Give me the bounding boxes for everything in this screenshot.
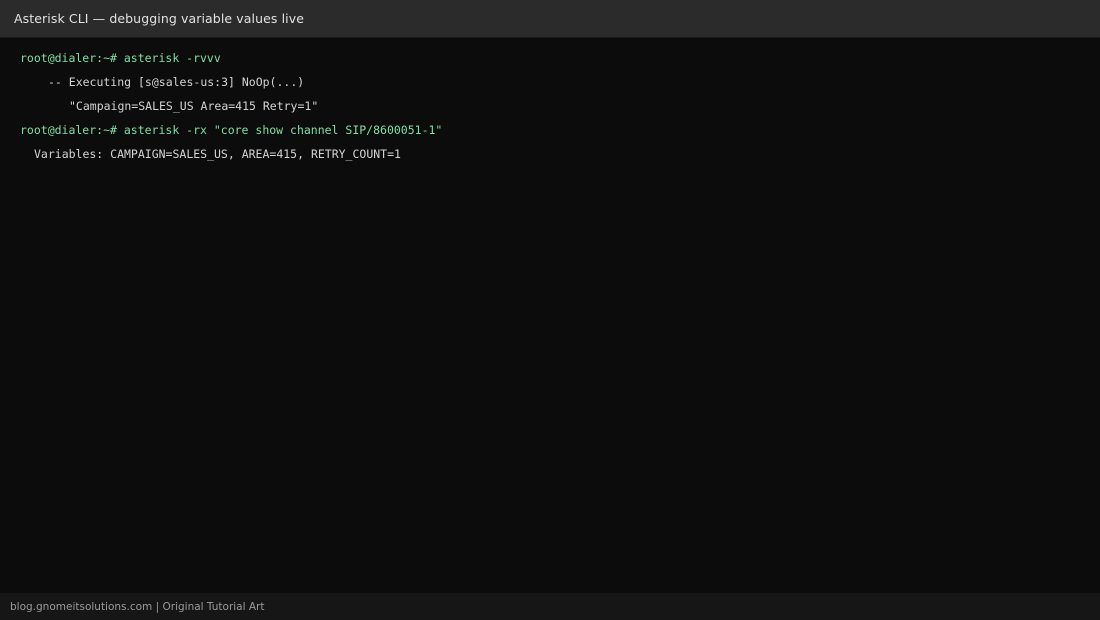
terminal-output[interactable]: root@dialer:~# asterisk -rvvv -- Executi… [0,38,1100,593]
terminal-line-output: "Campaign=SALES_US Area=415 Retry=1" [69,99,319,113]
terminal-line-prompt: root@dialer:~# asterisk -rx "core show c… [20,123,443,137]
footer: blog.gnomeitsolutions.com | Original Tut… [0,593,1100,620]
terminal-line-output: -- Executing [s@sales-us:3] NoOp(...) [48,75,305,89]
terminal-line-output: Variables: CAMPAIGN=SALES_US, AREA=415, … [34,147,401,161]
terminal-line-prompt: root@dialer:~# asterisk -rvvv [20,51,221,65]
footer-credit: blog.gnomeitsolutions.com | Original Tut… [10,600,265,613]
window-titlebar: Asterisk CLI — debugging variable values… [0,0,1100,38]
window-title: Asterisk CLI — debugging variable values… [14,11,305,26]
